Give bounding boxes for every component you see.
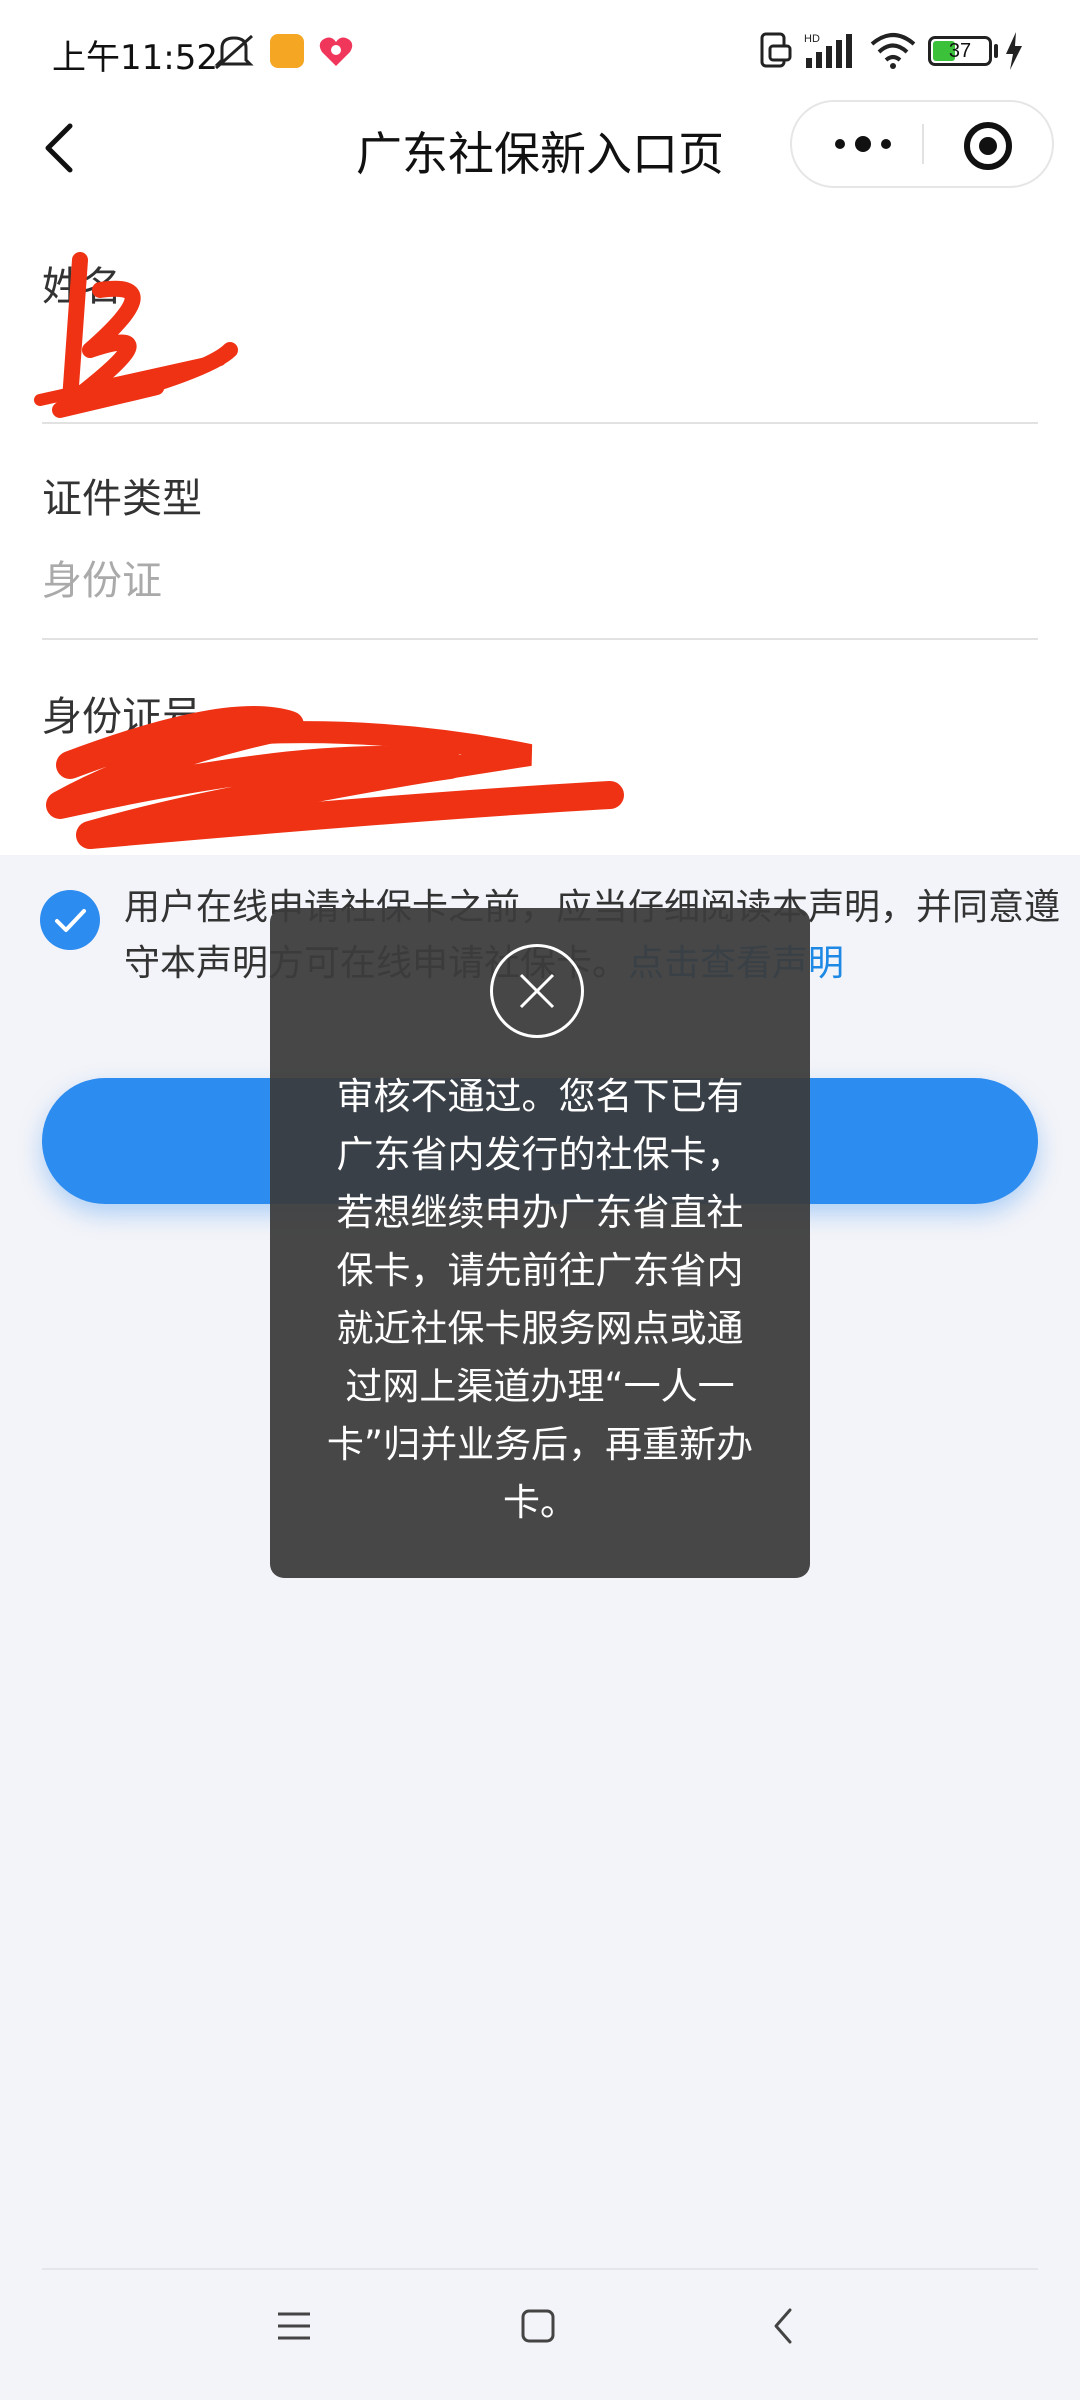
status-bar: 上午11:52 HD 37: [0, 0, 1080, 100]
agreement-checkbox[interactable]: [40, 890, 100, 950]
name-redaction: [34, 252, 238, 418]
battery-icon: 37: [928, 36, 992, 66]
id-type-value[interactable]: 身份证: [42, 548, 162, 606]
form-divider: [42, 638, 1038, 640]
wifi-icon: [870, 33, 916, 69]
app-notification-icon: [319, 37, 353, 66]
close-mini-program-icon[interactable]: [962, 120, 1014, 172]
mute-bell-icon: [214, 34, 254, 70]
application-form: 姓名 证件类型 身份证 身份证号: [0, 230, 1080, 855]
back-nav-icon[interactable]: [770, 2306, 796, 2346]
screen-rotate-icon: [760, 32, 792, 68]
error-toast: 审核不通过。您名下已有 广东省内发行的社保卡， 若想继续申办广东省直社 保卡，请…: [270, 908, 810, 1578]
status-time: 上午11:52: [52, 38, 218, 78]
home-icon[interactable]: [520, 2308, 556, 2344]
svg-text:HD: HD: [804, 33, 820, 45]
form-divider: [42, 422, 1038, 424]
id-number-redaction: [46, 706, 624, 849]
id-type-label: 证件类型: [42, 476, 202, 522]
toast-error-icon: [490, 944, 584, 1038]
nav-bar: 广东社保新入口页: [0, 100, 1080, 230]
notes-app-icon: [270, 34, 304, 68]
menu-icon[interactable]: [276, 2310, 312, 2342]
battery-level: 37: [948, 40, 972, 62]
toast-message: 审核不通过。您名下已有 广东省内发行的社保卡， 若想继续申办广东省直社 保卡，请…: [326, 1075, 754, 1524]
check-icon: [55, 909, 86, 932]
mini-program-capsule: [790, 100, 1054, 188]
system-navigation-bar: [0, 2270, 1080, 2400]
battery-tip: [994, 44, 998, 58]
capsule-divider: [922, 124, 924, 164]
close-x-icon: [519, 973, 555, 1009]
charging-icon: [1006, 32, 1022, 70]
signal-icon: HD: [804, 33, 852, 68]
more-icon[interactable]: [828, 126, 898, 162]
